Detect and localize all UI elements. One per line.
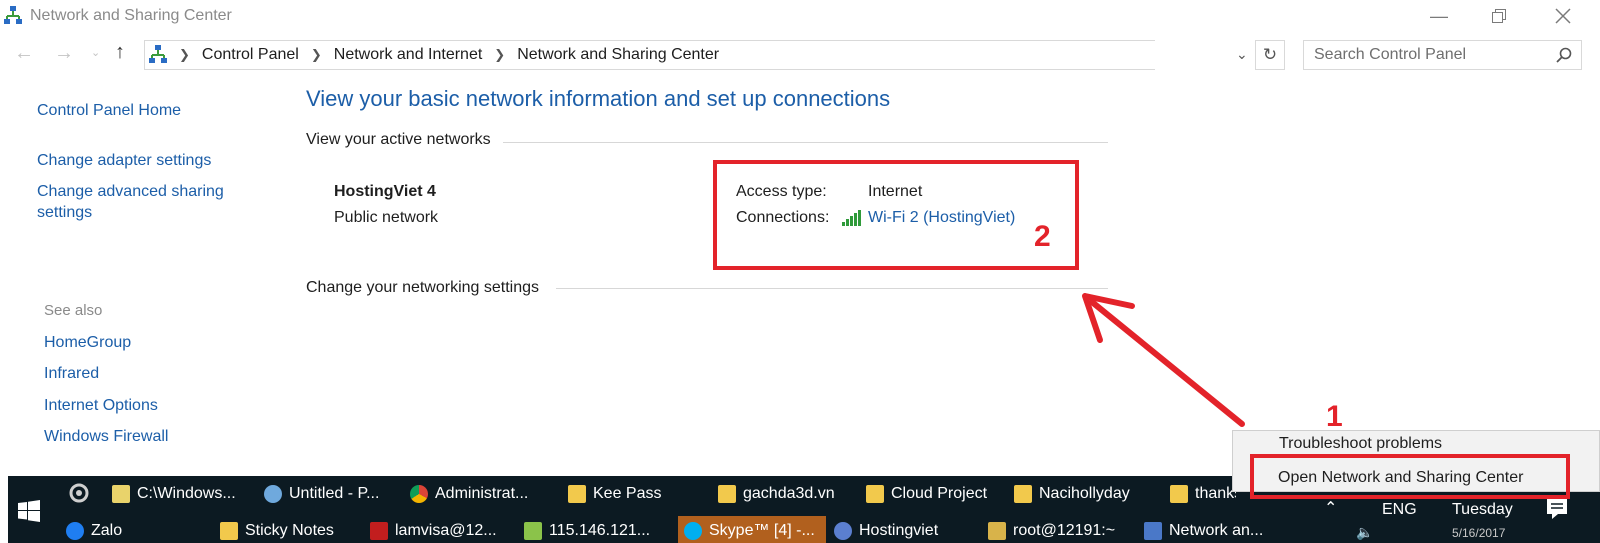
taskbar-item-zalo[interactable]: Zalo bbox=[66, 516, 206, 543]
folder-icon bbox=[220, 522, 238, 540]
network-center-icon bbox=[1144, 522, 1162, 540]
notepad-icon bbox=[112, 485, 130, 503]
connection-wifi-link[interactable]: Wi-Fi 2 (HostingViet) bbox=[868, 209, 1015, 227]
change-adapter-settings-link[interactable]: Change adapter settings bbox=[37, 150, 211, 171]
forward-arrow-icon[interactable]: → bbox=[54, 42, 74, 65]
see-also-heading: See also bbox=[44, 302, 103, 319]
see-also-homegroup-link[interactable]: HomeGroup bbox=[44, 332, 131, 353]
taskbar-item-thanks[interactable]: thanks bbox=[1170, 479, 1236, 509]
breadcrumb-network-sharing-center[interactable]: Network and Sharing Center bbox=[517, 46, 719, 64]
annotation-label-2: 2 bbox=[1034, 220, 1051, 253]
taskbar-item-hostingviet[interactable]: Hostingviet bbox=[834, 516, 974, 543]
network-type: Public network bbox=[334, 209, 439, 226]
search-input[interactable]: Search Control Panel bbox=[1303, 40, 1582, 70]
language-indicator[interactable]: ENG bbox=[1382, 501, 1417, 519]
section-divider bbox=[556, 288, 1108, 289]
folder-icon bbox=[718, 485, 736, 503]
taskbar-item-chrome[interactable]: Administrat... bbox=[410, 479, 560, 509]
window-title: Network and Sharing Center bbox=[30, 7, 232, 24]
up-arrow-icon[interactable]: ↑ bbox=[115, 41, 125, 64]
folder-icon bbox=[1170, 485, 1188, 503]
back-arrow-icon[interactable]: ← bbox=[14, 42, 34, 65]
access-type-label: Access type: bbox=[736, 183, 827, 200]
taskbar-item-cloud-project[interactable]: Cloud Project bbox=[866, 479, 1006, 509]
refresh-icon: ↻ bbox=[1262, 45, 1278, 64]
see-also-internet-options-link[interactable]: Internet Options bbox=[44, 395, 158, 416]
search-icon[interactable] bbox=[1556, 47, 1572, 63]
clock-day[interactable]: Tuesday bbox=[1452, 501, 1513, 519]
breadcrumb-separator-icon: ❯ bbox=[310, 47, 322, 62]
change-settings-heading: Change your networking settings bbox=[306, 279, 540, 296]
restore-button[interactable] bbox=[1476, 0, 1522, 32]
access-type-value: Internet bbox=[868, 183, 923, 200]
folder-icon bbox=[1014, 485, 1032, 503]
taskbar-item-paint[interactable]: Untitled - P... bbox=[264, 479, 396, 509]
taskbar-item-terminal[interactable]: root@12191:~ bbox=[988, 516, 1128, 543]
page-title: View your basic network information and … bbox=[306, 86, 891, 111]
folder-icon bbox=[866, 485, 884, 503]
terminal-icon bbox=[988, 522, 1006, 540]
taskbar-item-skype[interactable]: Skype™ [4] -... bbox=[678, 516, 826, 543]
remote-icon bbox=[524, 522, 542, 540]
skype-icon bbox=[684, 522, 702, 540]
minimize-button[interactable]: — bbox=[1416, 0, 1462, 32]
taskbar-item-naciholly[interactable]: Naciholly­day bbox=[1014, 479, 1154, 509]
control-panel-home-link[interactable]: Control Panel Home bbox=[37, 100, 181, 121]
close-icon bbox=[1555, 8, 1571, 24]
chrome-icon bbox=[410, 485, 428, 503]
see-also-infrared-link[interactable]: Infrared bbox=[44, 363, 99, 384]
paint-icon bbox=[264, 485, 282, 503]
search-placeholder: Search Control Panel bbox=[1314, 46, 1467, 63]
minimize-icon: — bbox=[1430, 5, 1448, 26]
refresh-button[interactable]: ↻ bbox=[1255, 40, 1285, 70]
change-advanced-sharing-link[interactable]: Change advanced sharing bbox=[37, 181, 224, 202]
change-advanced-sharing-link-line2[interactable]: settings bbox=[37, 202, 92, 223]
taskbar-item-cmd[interactable]: C:\Windows... bbox=[112, 479, 252, 509]
connections-label: Connections: bbox=[736, 209, 830, 226]
taskbar-item-gachda3d[interactable]: gachda3d.vn bbox=[718, 479, 858, 509]
breadcrumb-separator-icon: ❯ bbox=[179, 47, 190, 62]
active-networks-heading: View your active networks bbox=[306, 131, 491, 148]
address-bar[interactable]: ❯ Control Panel ❯ Network and Internet ❯… bbox=[144, 40, 1155, 70]
title-bar: Network and Sharing Center — bbox=[0, 0, 1600, 34]
restore-icon bbox=[1492, 9, 1506, 23]
taskbar-item-filezilla[interactable]: lamvisa@12... bbox=[370, 516, 510, 543]
close-button[interactable] bbox=[1540, 0, 1586, 32]
windows-start-icon[interactable] bbox=[18, 500, 40, 522]
app-icon bbox=[834, 522, 852, 540]
wifi-signal-icon bbox=[842, 210, 861, 226]
recent-dropdown-icon[interactable]: ⌄ bbox=[91, 46, 100, 59]
breadcrumb-separator-icon: ❯ bbox=[494, 47, 506, 62]
breadcrumb-network-internet[interactable]: Network and Internet bbox=[334, 46, 483, 64]
taskbar-item-network[interactable]: Network an... bbox=[1144, 516, 1274, 543]
filezilla-icon bbox=[370, 522, 388, 540]
section-divider bbox=[503, 142, 1108, 143]
folder-icon bbox=[568, 485, 586, 503]
show-hidden-icons-icon[interactable]: ⌃ bbox=[1324, 498, 1337, 518]
zalo-icon bbox=[66, 522, 84, 540]
taskbar-item-remote[interactable]: 115.146.121... bbox=[524, 516, 664, 543]
network-center-icon bbox=[149, 45, 167, 63]
annotation-label-1: 1 bbox=[1326, 400, 1343, 433]
menu-item-troubleshoot[interactable]: Troubleshoot problems bbox=[1279, 435, 1442, 453]
clock-date[interactable]: 5/16/2017 bbox=[1452, 526, 1505, 540]
network-name: HostingViet 4 bbox=[334, 183, 436, 200]
volume-icon[interactable]: 🔈 bbox=[1356, 524, 1373, 541]
action-center-icon[interactable] bbox=[1546, 498, 1568, 520]
address-dropdown-icon[interactable]: ⌄ bbox=[1236, 46, 1248, 63]
breadcrumb-control-panel[interactable]: Control Panel bbox=[202, 46, 299, 64]
annotation-arrow-icon bbox=[1082, 293, 1245, 427]
see-also-windows-firewall-link[interactable]: Windows Firewall bbox=[44, 426, 168, 447]
pinned-app-icon[interactable] bbox=[68, 482, 90, 504]
menu-item-open-network-center[interactable]: Open Network and Sharing Center bbox=[1278, 469, 1523, 487]
network-center-icon bbox=[4, 6, 22, 24]
taskbar-item-sticky-notes[interactable]: Sticky Notes bbox=[220, 516, 360, 543]
taskbar-item-keepass[interactable]: Kee Pass bbox=[568, 479, 708, 509]
